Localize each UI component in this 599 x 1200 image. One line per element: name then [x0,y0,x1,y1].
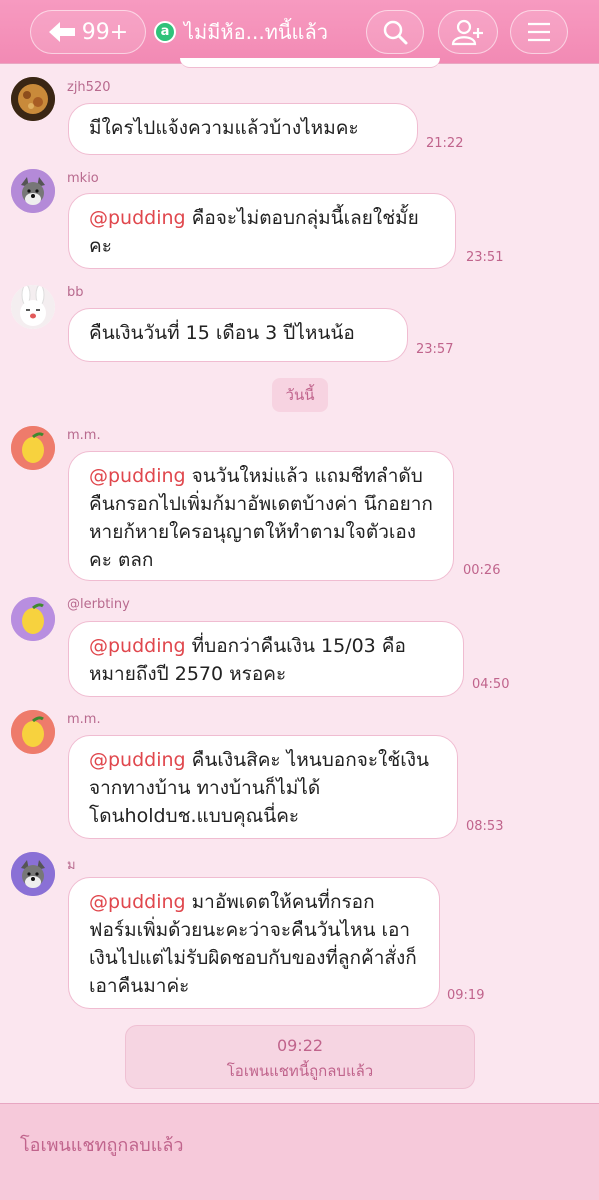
message-bubble[interactable]: @pudding คือจะไม่ตอบกลุ่มนี้เลยใช่มั้ยคะ [68,193,456,269]
message-time: 04:50 [472,677,510,692]
mention-link[interactable]: @pudding [89,749,186,771]
lemon-avatar-icon [11,710,55,754]
sender-name: m.m. [67,712,101,727]
mention-link[interactable]: @pudding [89,465,186,487]
add-friend-icon [451,19,483,46]
unread-count: 99+ [81,19,129,45]
avatar[interactable] [11,426,55,470]
avatar[interactable] [11,852,55,896]
avatar[interactable] [11,710,55,754]
system-notice: 09:22 โอเพนแชทนี้ถูกลบแล้ว [125,1025,475,1089]
message-text: คืนเงินวันที่ 15 เดือน 3 ปีไหนน้อ [89,322,355,344]
sender-name: @lerbtiny [67,597,130,612]
arrow-left-icon [48,22,75,42]
message-time: 08:53 [466,819,504,834]
message-time: 00:26 [463,563,501,578]
food-avatar-icon [11,77,55,121]
message-bubble[interactable]: @pudding มาอัพเดตให้คนที่กรอกฟอร์มเพิ่มด… [68,877,440,1009]
avatar[interactable] [11,77,55,121]
sender-name: zjh520 [67,80,111,95]
message-bubble[interactable]: คืนเงินวันที่ 15 เดือน 3 ปีไหนน้อ [68,308,408,362]
search-icon [383,20,408,45]
message-time: 09:19 [447,988,485,1003]
chat-title-area[interactable]: a ไม่มีห้อ...ทนี้แล้ว [154,10,354,54]
group-badge-icon: a [154,21,176,43]
avatar[interactable] [11,285,55,329]
date-divider: วันนี้ [272,378,328,412]
message-time: 23:57 [416,342,454,357]
back-button[interactable]: 99+ [30,10,146,54]
footer-status-text: โอเพนแชทถูกลบแล้ว [20,1135,184,1156]
message-bubble[interactable]: @pudding จนวันใหม่แล้ว แถมชีทลำดับคืนกรอ… [68,451,454,581]
input-bar-disabled: โอเพนแชทถูกลบแล้ว [0,1103,599,1200]
lemon-avatar-icon [11,426,55,470]
chat-header: 99+ a ไม่มีห้อ...ทนี้แล้ว [0,0,599,64]
menu-icon [528,22,550,42]
previous-message-bubble [180,58,440,68]
message-bubble[interactable]: @pudding คืนเงินสิคะ ไหนบอกจะใช้เงินจากท… [68,735,458,839]
search-button[interactable] [366,10,424,54]
mention-link[interactable]: @pudding [89,891,186,913]
message-bubble[interactable]: มีใครไปแจ้งความแล้วบ้างไหมคะ [68,103,418,155]
sender-name: bb [67,285,84,300]
menu-button[interactable] [510,10,568,54]
message-time: 23:51 [466,250,504,265]
message-text: มีใครไปแจ้งความแล้วบ้างไหมคะ [89,117,359,139]
message-time: 21:22 [426,136,464,151]
system-text: โอเพนแชทนี้ถูกลบแล้ว [226,1062,374,1080]
dog-avatar-icon [11,852,55,896]
dog-avatar-icon [11,169,55,213]
mention-link[interactable]: @pudding [89,207,186,229]
message-bubble[interactable]: @pudding ที่บอกว่าคืนเงิน 15/03 คือหมายถ… [68,621,464,697]
avatar[interactable] [11,597,55,641]
lemon-avatar-icon [11,597,55,641]
bunny-avatar-icon [11,285,55,329]
sender-name: ม [67,858,76,873]
sender-name: mkio [67,171,99,186]
sender-name: m.m. [67,428,101,443]
add-friend-button[interactable] [438,10,498,54]
mention-link[interactable]: @pudding [89,635,186,657]
avatar[interactable] [11,169,55,213]
system-time: 09:22 [276,1036,324,1055]
chat-title: ไม่มีห้อ...ทนี้แล้ว [184,20,328,44]
